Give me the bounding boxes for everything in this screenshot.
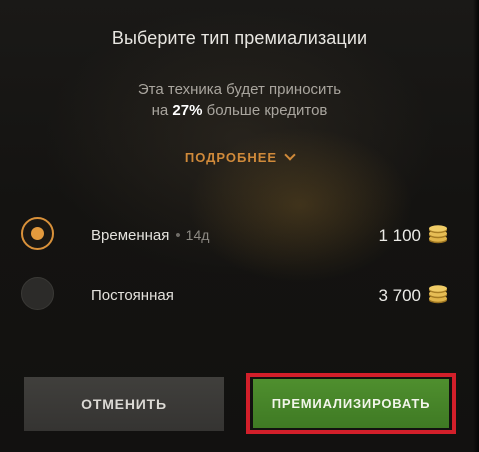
option-permanent[interactable]: Постоянная 3 700 [20, 276, 449, 316]
option-temporary-label: Временная [91, 227, 170, 244]
description-percent: 27% [172, 102, 203, 119]
dialog-title: Выберите тип премиализации [111, 28, 368, 48]
description-suffix: больше кредитов [206, 102, 328, 119]
option-permanent-label: Постоянная [91, 287, 174, 304]
frame-edge [473, 0, 479, 452]
more-details-label: ПОДРОБНЕЕ [184, 150, 278, 165]
description-line-1: Эта техника будет приносить [137, 81, 342, 98]
cancel-button[interactable]: ОТМЕНИТЬ [24, 377, 224, 431]
option-separator: • [175, 227, 181, 244]
radio-permanent-unselected[interactable] [21, 277, 54, 310]
chevron-down-icon [284, 149, 296, 161]
confirm-button-highlight: ПРЕМИАЛИЗИРОВАТЬ [246, 373, 456, 434]
description-line-2: на 27% больше кредитов [0, 100, 479, 121]
option-temporary-duration: 14д [185, 227, 210, 243]
premium-confirm-button[interactable]: ПРЕМИАЛИЗИРОВАТЬ [253, 379, 449, 428]
credits-coins-icon [429, 285, 447, 304]
radio-temporary-selected[interactable] [21, 217, 54, 250]
dialog-description: Эта техника будет приносить на 27% больш… [0, 79, 479, 121]
option-permanent-price: 3 700 [378, 286, 421, 305]
premium-type-dialog: Выберите тип премиализации Эта техника б… [0, 0, 479, 452]
option-temporary[interactable]: Временная • 14д 1 100 [20, 216, 449, 256]
more-details-link[interactable]: ПОДРОБНЕЕ [0, 149, 479, 165]
description-prefix: на [151, 102, 169, 119]
credits-coins-icon [429, 225, 447, 244]
option-temporary-price: 1 100 [378, 226, 421, 245]
